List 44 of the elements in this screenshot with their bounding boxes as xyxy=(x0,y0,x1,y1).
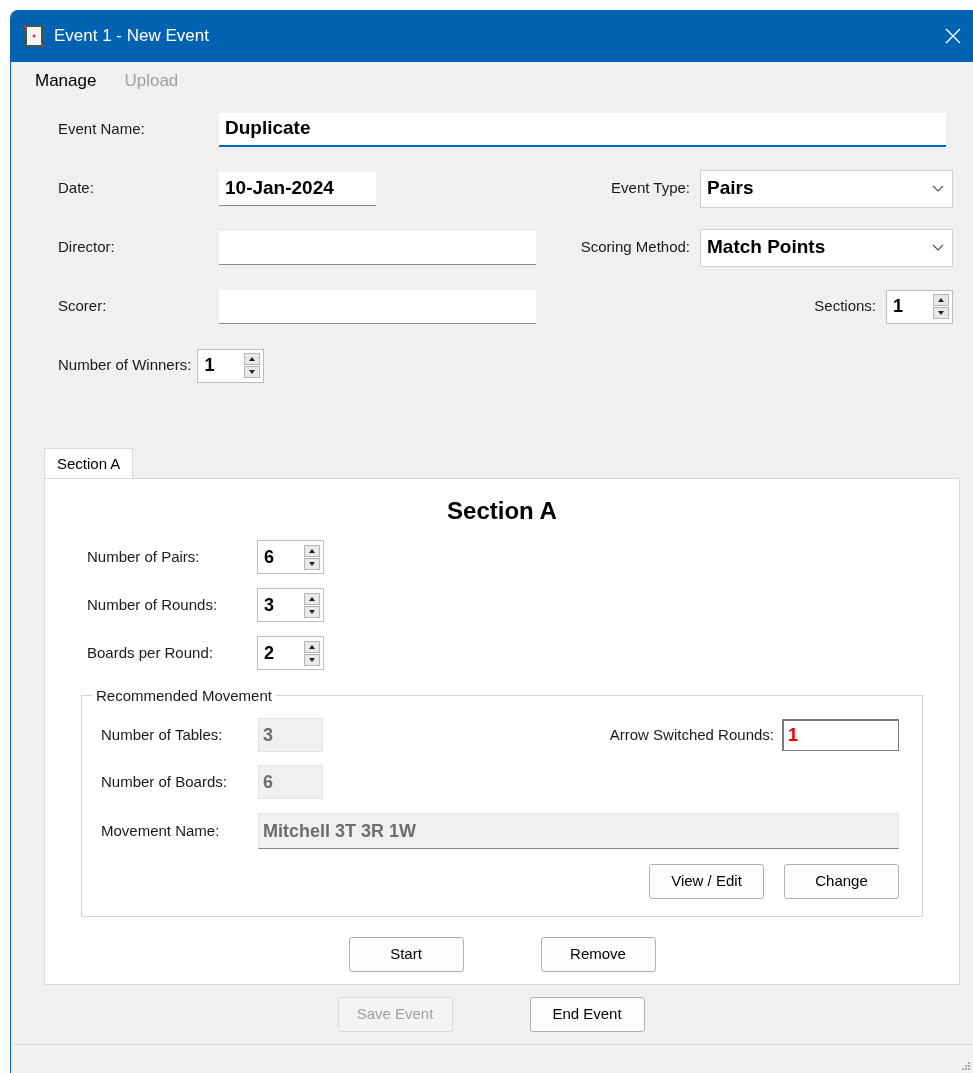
chevron-down-icon xyxy=(932,243,944,252)
button[interactable]: View / Edit xyxy=(649,864,764,899)
number-spinner[interactable]: 6 xyxy=(257,540,324,574)
section-heading: Section A xyxy=(447,497,557,525)
window-title: Event 1 - New Event xyxy=(54,25,209,48)
field-label: Number of Rounds: xyxy=(87,594,219,615)
number-spinner[interactable]: 3 xyxy=(257,588,324,622)
button[interactable]: Start xyxy=(348,937,464,972)
field-label: Scorer: xyxy=(58,296,108,317)
text-field[interactable]: 1 xyxy=(782,719,899,751)
field-label: Sections: xyxy=(814,296,876,317)
chevron-down-icon xyxy=(932,184,944,193)
tab[interactable]: Section A xyxy=(44,448,134,480)
playing-card-icon xyxy=(24,25,44,47)
field-label: Number of Boards: xyxy=(101,771,228,792)
field-label: Date: xyxy=(58,178,95,199)
field-label: Number of Winners: xyxy=(58,355,192,376)
field-label: Number of Pairs: xyxy=(87,546,201,567)
readonly-field: Mitchell 3T 3R 1W xyxy=(258,813,899,849)
number-spinner[interactable]: 1 xyxy=(197,348,265,383)
field-label: Scoring Method: xyxy=(580,237,690,258)
date-field[interactable]: 10-Jan-2024 xyxy=(219,171,376,206)
readonly-field: 3 xyxy=(258,718,323,752)
field-label: Movement Name: xyxy=(101,820,221,841)
button[interactable]: Remove xyxy=(540,937,656,972)
resize-grip-icon[interactable] xyxy=(960,1060,970,1070)
dropdown[interactable]: Pairs xyxy=(700,169,953,208)
close-icon[interactable] xyxy=(945,28,961,44)
field-label: Event Name: xyxy=(58,119,146,140)
number-spinner[interactable]: 1 xyxy=(886,289,953,324)
field-label: Arrow Switched Rounds: xyxy=(609,724,774,745)
button[interactable]: End Event xyxy=(529,997,645,1032)
readonly-field: 6 xyxy=(258,765,323,799)
text-field[interactable]: Duplicate xyxy=(219,112,946,147)
field-label: Director: xyxy=(58,237,116,258)
field-label: Number of Tables: xyxy=(101,724,224,745)
dropdown[interactable]: Match Points xyxy=(700,228,953,267)
field-label: Boards per Round: xyxy=(87,642,214,663)
button[interactable]: Change xyxy=(784,864,899,899)
menu-item[interactable]: Manage xyxy=(35,68,97,94)
field-label: Event Type: xyxy=(611,178,690,199)
number-spinner[interactable]: 2 xyxy=(257,636,324,670)
text-field[interactable] xyxy=(219,289,536,324)
text-field[interactable] xyxy=(219,230,536,265)
